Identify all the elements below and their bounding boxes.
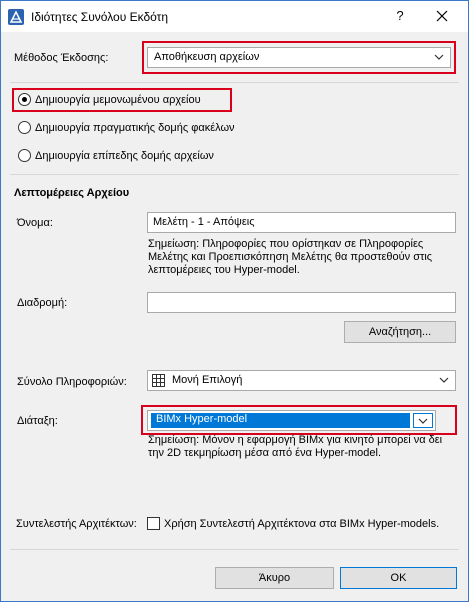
layout-value: BIMx Hyper-model <box>156 413 248 425</box>
use-architect-checkbox[interactable] <box>147 517 160 530</box>
chevron-down-icon <box>418 418 428 424</box>
layout-dropdown[interactable]: BIMx Hyper-model <box>147 410 436 431</box>
option-single-file-label[interactable]: Δημιουργία μεμονωμένου αρχείου <box>35 94 201 106</box>
close-icon <box>436 10 448 22</box>
architects-label: Συντελεστής Αρχιτέκτων: <box>16 518 137 530</box>
method-dropdown[interactable]: Αποθήκευση αρχείων <box>147 47 451 68</box>
cancel-button[interactable]: Άκυρο <box>215 567 334 589</box>
separator <box>10 549 459 550</box>
window-title: Ιδιότητες Συνόλου Εκδότη <box>31 10 169 24</box>
ok-button[interactable]: OK <box>340 567 457 589</box>
dropdown-button[interactable] <box>413 413 433 428</box>
method-label: Μέθοδος Έκδοσης: <box>14 52 109 64</box>
infoset-value: Μονή Επιλογή <box>172 374 243 386</box>
layout-note: Σημείωση: Μόνον η εφαρμογή BIMx για κινη… <box>148 434 443 459</box>
name-input[interactable]: Μελέτη - 1 - Απόψεις <box>147 212 456 233</box>
help-button[interactable]: ? <box>385 4 415 28</box>
publisher-set-properties-dialog: Ιδιότητες Συνόλου Εκδότη ? Μέθοδος Έκδοσ… <box>0 0 469 602</box>
layout-label: Διάταξη: <box>17 415 58 427</box>
infoset-label: Σύνολο Πληροφοριών: <box>17 376 127 388</box>
path-label: Διαδρομή: <box>17 297 68 309</box>
chevron-down-icon <box>439 377 449 383</box>
option-flat-structure-label[interactable]: Δημιουργία επίπεδης δομής αρχείων <box>35 150 214 162</box>
grid-icon <box>152 374 165 387</box>
chevron-down-icon <box>434 54 444 60</box>
radio-real-folder-structure[interactable] <box>18 121 31 134</box>
separator <box>10 82 459 83</box>
radio-flat-file-structure[interactable] <box>18 149 31 162</box>
file-details-heading: Λεπτομέρειες Αρχείου <box>14 187 130 199</box>
radio-single-file[interactable] <box>18 93 31 106</box>
path-input[interactable] <box>147 292 456 313</box>
archicad-app-icon <box>8 9 24 25</box>
title-bar: Ιδιότητες Συνόλου Εκδότη ? <box>1 1 468 32</box>
option-real-folder-label[interactable]: Δημιουργία πραγματικής δομής φακέλων <box>35 122 235 134</box>
close-button[interactable] <box>427 4 457 28</box>
browse-button[interactable]: Αναζήτηση... <box>344 321 456 343</box>
separator <box>10 174 459 175</box>
infoset-dropdown[interactable]: Μονή Επιλογή <box>147 370 456 391</box>
use-architect-checkbox-label[interactable]: Χρήση Συντελεστή Αρχιτέκτονα στα BIMx Hy… <box>164 518 439 530</box>
method-value: Αποθήκευση αρχείων <box>154 51 260 63</box>
name-value: Μελέτη - 1 - Απόψεις <box>153 216 255 228</box>
name-note: Σημείωση: Πληροφορίες που ορίστηκαν σε Π… <box>148 238 433 276</box>
name-label: Όνομα: <box>17 217 53 229</box>
